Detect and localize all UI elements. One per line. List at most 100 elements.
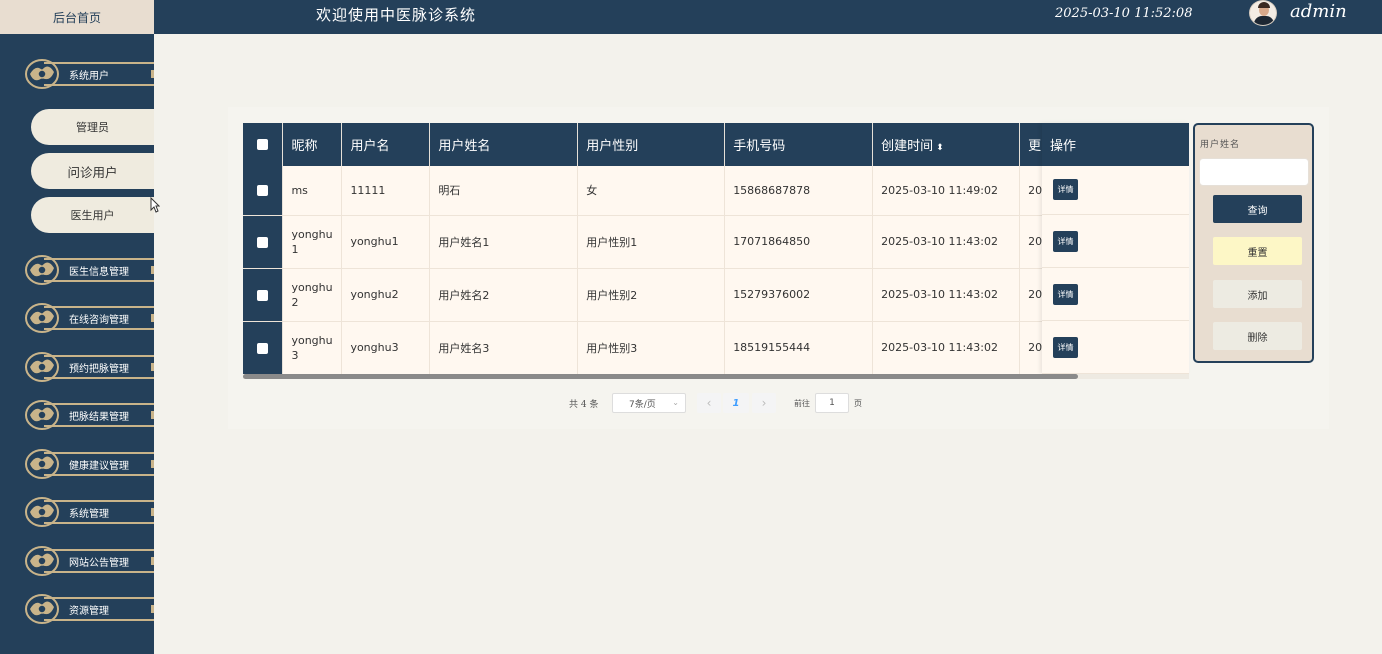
- cell-created: 2025-03-10 11:43:02: [872, 268, 1021, 322]
- cloud-ornament-icon: [25, 546, 59, 576]
- cell-phone: 15279376002: [724, 268, 874, 322]
- select-all-cell: [243, 123, 284, 166]
- page-size-value: 7条/页: [629, 399, 656, 410]
- cell-gender: 用户性别3: [577, 321, 726, 374]
- page-number-current[interactable]: 1: [723, 393, 749, 413]
- sidebar-item-doctor-info[interactable]: 医生信息管理: [24, 251, 154, 289]
- row-checkbox[interactable]: [257, 342, 269, 354]
- column-header-nickname: 昵称: [282, 123, 343, 166]
- column-header-created[interactable]: 创建时间 ⬍: [872, 123, 1021, 166]
- cell-created: 2025-03-10 11:43:02: [872, 215, 1021, 269]
- sidebar-item-system-users[interactable]: 系统用户: [24, 55, 154, 93]
- cell-nickname: yonghu 2: [282, 268, 343, 322]
- ops-cell: 详情: [1042, 321, 1189, 374]
- page-title: 欢迎使用中医脉诊系统: [316, 6, 477, 24]
- sidebar-item-label: 医生信息管理: [69, 267, 129, 278]
- cell-name: 用户姓名3: [429, 321, 579, 374]
- select-all-checkbox[interactable]: [257, 139, 269, 150]
- delete-button[interactable]: 删除: [1213, 322, 1302, 350]
- sort-icon[interactable]: ⬍: [936, 143, 944, 153]
- cell-nickname: yonghu 1: [282, 215, 343, 269]
- column-header-created-label: 创建时间: [881, 139, 934, 154]
- row-checkbox[interactable]: [257, 289, 269, 301]
- chevron-left-icon: ‹: [706, 396, 712, 410]
- avatar-suit: [1254, 16, 1274, 25]
- sidebar-item-pulse-results[interactable]: 把脉结果管理: [24, 396, 154, 434]
- detail-button[interactable]: 详情: [1053, 284, 1078, 305]
- username-label[interactable]: admin: [1290, 1, 1347, 22]
- sidebar-item-system-manage[interactable]: 系统管理: [24, 493, 154, 531]
- page-unit-label: 页: [854, 399, 862, 408]
- horizontal-scrollbar[interactable]: [243, 374, 1189, 379]
- sidebar-subitem-consult-users[interactable]: 问诊用户: [31, 153, 154, 189]
- reset-button[interactable]: 重置: [1213, 237, 1302, 265]
- sidebar-item-online-consult[interactable]: 在线咨询管理: [24, 299, 154, 337]
- cell-created: 2025-03-10 11:43:02: [872, 321, 1021, 374]
- ops-cell: 详情: [1042, 215, 1189, 268]
- home-tab[interactable]: 后台首页: [0, 0, 154, 34]
- cloud-ornament-icon: [25, 594, 59, 624]
- sidebar-item-resources[interactable]: 资源管理: [24, 590, 154, 628]
- cell-nickname: yonghu 3: [282, 321, 343, 374]
- sidebar-item-label: 系统用户: [69, 71, 109, 82]
- cell-gender: 用户性别1: [577, 215, 726, 269]
- cell-username: yonghu1: [341, 215, 431, 269]
- ops-cell: 详情: [1042, 268, 1189, 321]
- cloud-ornament-icon: [25, 352, 59, 382]
- cell-username: yonghu3: [341, 321, 431, 374]
- cell-created: 2025-03-10 11:49:02: [872, 166, 1021, 216]
- sidebar-item-label: 在线咨询管理: [69, 315, 129, 326]
- name-search-input[interactable]: [1199, 158, 1309, 186]
- column-header-phone: 手机号码: [724, 123, 874, 166]
- goto-page-input[interactable]: 1: [815, 393, 849, 413]
- cloud-ornament-icon: [25, 59, 59, 89]
- row-checkbox[interactable]: [257, 185, 269, 197]
- sidebar-item-label: 网站公告管理: [69, 558, 129, 569]
- cell-nickname-line1: yonghu: [291, 333, 333, 347]
- cell-username: 11111: [341, 166, 431, 216]
- sidebar-subitem-doctor-users[interactable]: 医生用户: [31, 197, 154, 233]
- page-size-select[interactable]: 7条/页 ⌄: [612, 393, 686, 413]
- column-header-operations: 操作: [1042, 123, 1189, 166]
- detail-button[interactable]: 详情: [1053, 231, 1078, 252]
- cloud-ornament-icon: [25, 449, 59, 479]
- cloud-ornament-icon: [25, 497, 59, 527]
- cell-nickname-line1: yonghu: [291, 227, 333, 241]
- datetime-display: 2025-03-10 11:52:08: [1055, 6, 1193, 21]
- column-header-gender: 用户性别: [577, 123, 726, 166]
- avatar[interactable]: [1249, 0, 1277, 26]
- operations-column: 操作 详情 详情 详情 详情: [1042, 123, 1189, 374]
- cell-nickname-line2: 3: [291, 348, 299, 362]
- top-bar: 后台首页 欢迎使用中医脉诊系统 2025-03-10 11:52:08 admi…: [0, 0, 1382, 34]
- sidebar-item-label: 资源管理: [69, 606, 109, 617]
- cell-phone: 15868687878: [724, 166, 874, 216]
- avatar-hair: [1258, 2, 1270, 8]
- mouse-cursor-icon: [150, 197, 160, 213]
- add-button[interactable]: 添加: [1213, 280, 1302, 308]
- cell-phone: 18519155444: [724, 321, 874, 374]
- cell-name: 用户姓名2: [429, 268, 579, 322]
- sidebar-item-announcements[interactable]: 网站公告管理: [24, 542, 154, 580]
- cell-nickname-line2: 2: [291, 295, 299, 309]
- cell-nickname-line2: 1: [291, 242, 299, 256]
- cell-nickname-line1: yonghu: [291, 280, 333, 294]
- sidebar-item-label: 健康建议管理: [69, 461, 129, 472]
- prev-page-button[interactable]: ‹: [697, 393, 721, 413]
- next-page-button[interactable]: ›: [752, 393, 776, 413]
- cloud-ornament-icon: [25, 400, 59, 430]
- sidebar: 系统用户 管理员 问诊用户 医生用户 医生信息管理 在线咨询管理 预约把脉管理 …: [0, 34, 154, 654]
- detail-button[interactable]: 详情: [1053, 179, 1078, 200]
- scrollbar-thumb[interactable]: [243, 374, 1078, 379]
- detail-button[interactable]: 详情: [1053, 337, 1078, 358]
- search-label: 用户姓名: [1200, 140, 1241, 150]
- goto-label: 前往: [794, 399, 810, 408]
- column-header-name: 用户姓名: [429, 123, 579, 166]
- sidebar-subitem-admin[interactable]: 管理员: [31, 109, 154, 145]
- cloud-ornament-icon: [25, 255, 59, 285]
- sidebar-item-appointment[interactable]: 预约把脉管理: [24, 348, 154, 386]
- sidebar-item-label: 把脉结果管理: [69, 412, 129, 423]
- sidebar-item-health-advice[interactable]: 健康建议管理: [24, 445, 154, 483]
- cloud-ornament-icon: [25, 303, 59, 333]
- row-checkbox[interactable]: [257, 236, 269, 248]
- query-button[interactable]: 查询: [1213, 195, 1302, 223]
